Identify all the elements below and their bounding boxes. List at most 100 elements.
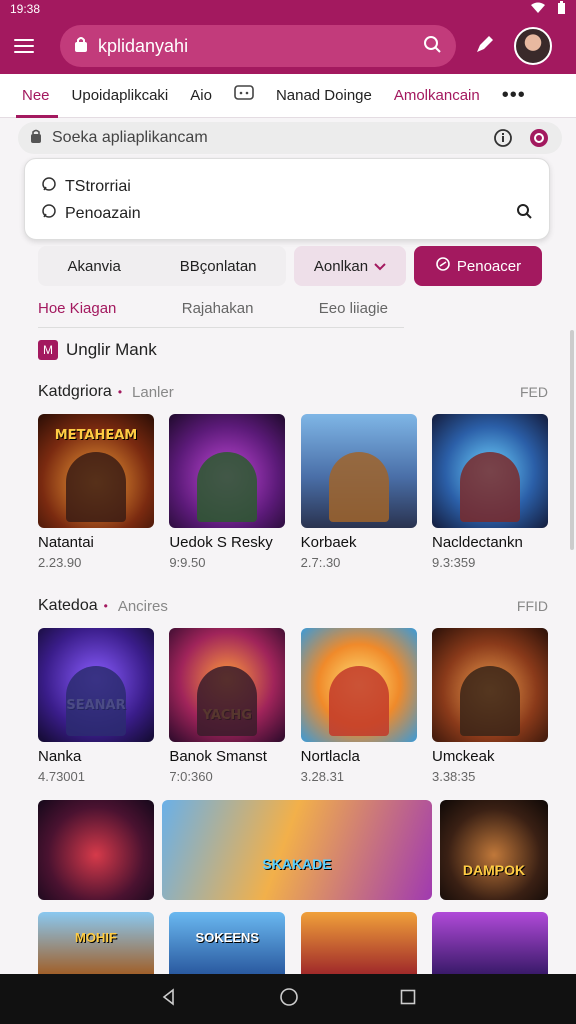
game-name: Nacldectankn [431,534,523,551]
game-banner[interactable]: SKAKADE [162,800,432,900]
category-more-link[interactable]: FED [520,384,548,400]
back-icon[interactable] [160,987,178,1011]
status-time: 19:38 [10,2,41,16]
game-thumbnail: YACHG [169,628,286,742]
lock-icon [74,36,88,57]
sub-search-text: Soeka apliaplikancam [52,129,208,146]
sub-search-bar[interactable]: Soeka apliaplikancam [18,122,562,154]
wifi-icon [531,2,545,17]
game-thumbnail [300,414,417,528]
game-thumbnail[interactable] [431,912,548,974]
game-name: Umckeak [431,748,495,765]
more-tabs-button[interactable]: ••• [480,74,526,118]
game-stat: 7:0:360 [169,769,213,784]
scrollbar[interactable] [570,330,574,550]
game-thumbnail[interactable]: SOKEENS [169,912,286,974]
game-card[interactable]: Nortlacla 3.28.31 [300,628,417,784]
tab-message[interactable] [212,74,254,118]
game-card[interactable]: Uedok S Resky 9:9.50 [169,414,286,570]
filter-tab-eeo-liiagie[interactable]: Eeo liiagie [319,300,388,317]
battery-icon [557,1,566,17]
suggestion-item[interactable]: Penoazain [41,200,533,227]
game-card[interactable]: Umckeak 3.38:35 [431,628,548,784]
filter-bconlatan[interactable]: BBçonlatan [180,258,257,275]
banner-title: SKAKADE [262,856,332,872]
category-subtitle: Lanler [132,383,174,401]
banner-title: DAMPOK [462,862,526,878]
recents-icon[interactable] [400,989,416,1010]
tab-amolkancain[interactable]: Amolkancain [372,74,480,118]
game-thumbnail: METAHEAM [38,414,154,528]
game-name: Korbaek [300,534,357,551]
info-icon[interactable] [492,127,514,149]
search-icon[interactable] [515,202,533,225]
category-title: Katdgriora [38,383,112,400]
chat-icon [41,176,57,197]
game-card[interactable]: Nacldectankn 9.3:359 [431,414,548,570]
tab-upoidaplikcaki[interactable]: Upoidaplikcaki [50,74,169,118]
search-input[interactable]: kplidanyahi [60,25,456,67]
filter-bar: Akanvia BBçonlatan Aonlkan Penoacer [38,246,548,286]
game-card[interactable]: Korbaek 2.7:.30 [300,414,417,570]
section-icon: M [38,340,58,360]
game-card[interactable]: YACHG Banok Smanst 7:0:360 [169,628,286,784]
tab-bar: Nee Upoidaplikcaki Aio Nanad Doinge Amol… [0,74,576,118]
game-thumbnail[interactable] [300,912,417,974]
category-more-link[interactable]: FFID [517,598,548,614]
thumbnail-title: MOHIF [75,930,117,945]
category-header: Katedoa • Ancires FFID [38,597,548,615]
game-thumbnail [169,414,286,528]
tab-nee[interactable]: Nee [0,74,57,118]
filter-segment: Akanvia BBçonlatan [38,246,286,286]
search-icon[interactable] [422,34,442,59]
category-subtitle: Ancires [117,597,168,615]
status-bar: 19:38 [0,0,576,18]
chat-icon [41,203,57,224]
game-row-partial: MOHIF SOKEENS [38,912,548,974]
filter-dropdown[interactable]: Aonlkan [294,246,406,286]
link-icon [435,256,451,276]
pen-button[interactable] [470,31,500,61]
game-thumbnail [431,628,548,742]
thumbnail-title: SOKEENS [195,930,260,945]
game-name: Nanka [38,748,82,765]
game-banner[interactable]: DAMPOK [440,800,548,900]
record-icon[interactable] [528,127,550,149]
game-grid: METAHEAM Natantai 2.23.90 Uedok S Resky … [38,414,548,570]
avatar[interactable] [514,27,552,65]
search-text: kplidanyahi [98,35,189,56]
filter-akanvia[interactable]: Akanvia [67,258,120,275]
game-stat: 3.28.31 [300,769,345,784]
tab-aio[interactable]: Aio [168,74,212,118]
banner-row: SKAKADE DAMPOK [38,800,548,900]
game-card[interactable]: METAHEAM Natantai 2.23.90 [38,414,154,570]
suggestion-label: TStrorriai [65,177,131,195]
game-stat: 4.73001 [38,769,85,784]
primary-filter-button[interactable]: Penoacer [414,246,542,286]
suggestion-item[interactable]: TStrorriai [41,173,533,200]
game-card[interactable]: SEANAR Nanka 4.73001 [38,628,154,784]
tab-nanad-doinge[interactable]: Nanad Doinge [254,74,372,118]
filter-tab-rajahakan[interactable]: Rajahakan [182,300,254,317]
primary-filter-label: Penoacer [456,257,522,275]
menu-button[interactable] [14,31,44,61]
more-icon: ••• [501,84,526,106]
thumbnail-title: METAHEAM [54,428,138,443]
game-stat: 9:9.50 [169,555,206,570]
game-thumbnail [431,414,548,528]
suggestion-label: Penoazain [65,204,141,222]
game-thumbnail: SEANAR [38,628,154,742]
home-icon[interactable] [279,987,299,1012]
game-stat: 2.7:.30 [300,555,341,570]
game-stat: 2.23.90 [38,555,82,570]
chevron-down-icon [374,258,386,275]
suggestion-dropdown: TStrorriai Penoazain [24,158,550,240]
filter-tab-hoe-kiagan[interactable]: Hoe Kiagan [38,300,116,317]
game-banner[interactable] [38,800,154,900]
category-dot: • [103,599,108,613]
system-nav-bar [0,974,576,1024]
game-thumbnail [300,628,417,742]
app-bar: kplidanyahi [0,18,576,74]
filter-dropdown-label: Aonlkan [313,257,369,275]
game-thumbnail[interactable]: MOHIF [38,912,154,974]
